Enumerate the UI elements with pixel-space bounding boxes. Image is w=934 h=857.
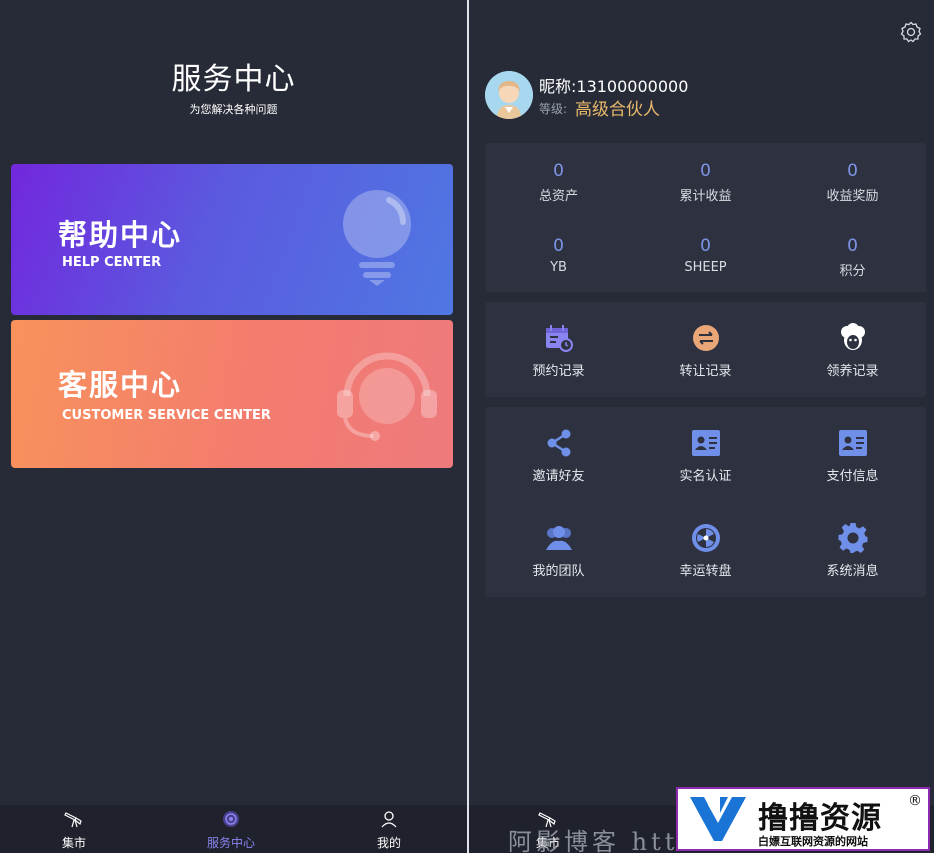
stat-income-reward[interactable]: 0 收益奖励 xyxy=(779,161,926,204)
level-label: 等级: xyxy=(539,102,568,116)
stat-sheep[interactable]: 0 SHEEP xyxy=(632,236,779,275)
item-label: 邀请好友 xyxy=(532,469,585,484)
stat-label: YB xyxy=(550,260,567,275)
tab-label-service-center: 服务中心 xyxy=(206,836,255,850)
stat-yb[interactable]: 0 YB xyxy=(485,236,632,275)
reservation-records-button[interactable]: 预约记录 xyxy=(485,322,632,379)
help-center-subtitle: HELP CENTER xyxy=(62,255,162,270)
customer-service-card[interactable]: 客服中心 CUSTOMER SERVICE CENTER xyxy=(11,320,453,468)
stat-label: 累计收益 xyxy=(679,189,732,204)
stat-value: 0 xyxy=(700,236,711,256)
stat-points[interactable]: 0 积分 xyxy=(779,236,926,279)
gear-icon xyxy=(838,523,867,553)
customer-service-subtitle: CUSTOMER SERVICE CENTER xyxy=(62,408,271,423)
adoption-records-button[interactable]: 领养记录 xyxy=(779,322,926,379)
brand-logo-box: 撸撸资源 ® 白嫖互联网资源的网站 xyxy=(676,787,930,851)
transfer-records-button[interactable]: 转让记录 xyxy=(632,322,779,379)
brand-logo-icon xyxy=(690,797,746,841)
tab-mine[interactable]: 我的 xyxy=(334,805,444,853)
avatar[interactable] xyxy=(485,71,533,119)
tools-panel: 邀请好友 实名认证 支付信息 我的团队 幸运转盘 系统消息 xyxy=(485,407,926,597)
system-messages-button[interactable]: 系统消息 xyxy=(779,522,926,579)
tab-label-mine: 我的 xyxy=(376,836,401,850)
item-label: 系统消息 xyxy=(826,564,879,579)
headset-agent-icon xyxy=(337,352,437,441)
stat-label: SHEEP xyxy=(684,260,727,275)
calendar-clock-icon xyxy=(545,325,573,352)
stat-label: 积分 xyxy=(839,264,866,279)
stat-value: 0 xyxy=(847,161,858,181)
user-icon xyxy=(381,811,397,828)
level-value: 高级合伙人 xyxy=(575,100,660,120)
item-label: 转让记录 xyxy=(679,364,732,379)
avatar-image xyxy=(485,71,533,119)
page-subtitle: 为您解决各种问题 xyxy=(189,103,278,116)
stat-value: 0 xyxy=(700,161,711,181)
help-center-card[interactable]: 帮助中心 HELP CENTER xyxy=(11,164,453,315)
transfer-icon xyxy=(692,325,719,351)
planet-icon xyxy=(223,811,239,827)
wheel-icon xyxy=(691,524,720,552)
records-panel: 预约记录 转让记录 领养记录 xyxy=(485,302,926,397)
stat-cumulative-income[interactable]: 0 累计收益 xyxy=(632,161,779,204)
brand-slogan: 白嫖互联网资源的网站 xyxy=(758,835,868,848)
page-title: 服务中心 xyxy=(171,62,296,97)
stat-value: 0 xyxy=(553,161,564,181)
telescope-icon xyxy=(64,812,82,828)
lightbulb-icon xyxy=(343,190,411,286)
sheep-icon xyxy=(840,323,865,350)
item-label: 幸运转盘 xyxy=(679,564,732,579)
bottom-tab-bar: 集市 服务中心 我的 xyxy=(0,805,467,853)
customer-service-title: 客服中心 xyxy=(58,368,183,402)
lucky-wheel-button[interactable]: 幸运转盘 xyxy=(632,522,779,579)
share-icon xyxy=(547,429,570,457)
item-label: 实名认证 xyxy=(679,469,732,484)
stat-label: 总资产 xyxy=(538,189,578,204)
invite-friends-button[interactable]: 邀请好友 xyxy=(485,427,632,484)
item-label: 支付信息 xyxy=(826,469,879,484)
asset-stats-panel: 0 总资产 0 累计收益 0 收益奖励 0 YB 0 SHEEP 0 积分 xyxy=(485,143,926,292)
brand-registered-mark: ® xyxy=(908,793,922,809)
real-name-auth-button[interactable]: 实名认证 xyxy=(632,427,779,484)
my-profile-screen: 昵称:13100000000 等级: 高级合伙人 0 总资产 0 累计收益 0 … xyxy=(469,0,934,853)
item-label: 预约记录 xyxy=(532,364,585,379)
nickname: 昵称:13100000000 xyxy=(539,77,689,96)
payment-card-icon xyxy=(838,430,867,456)
brand-name: 撸撸资源 xyxy=(758,801,882,836)
tab-market[interactable]: 集市 xyxy=(19,805,129,853)
stat-total-assets[interactable]: 0 总资产 xyxy=(485,161,632,204)
team-icon xyxy=(545,526,572,550)
stat-label: 收益奖励 xyxy=(826,189,879,204)
watermark-text: 阿影博客 htt xyxy=(508,828,679,856)
item-label: 我的团队 xyxy=(532,564,585,579)
tab-service-center[interactable]: 服务中心 xyxy=(176,805,286,853)
tab-label-market: 集市 xyxy=(61,836,86,850)
settings-gear-icon[interactable] xyxy=(899,20,923,44)
service-center-screen: 服务中心 为您解决各种问题 帮助中心 HELP CENTER 客服中心 CUST… xyxy=(0,0,467,853)
stat-value: 0 xyxy=(847,236,858,256)
my-team-button[interactable]: 我的团队 xyxy=(485,522,632,579)
payment-info-button[interactable]: 支付信息 xyxy=(779,427,926,484)
id-card-icon xyxy=(691,430,720,456)
stat-value: 0 xyxy=(553,236,564,256)
help-center-title: 帮助中心 xyxy=(58,218,183,252)
item-label: 领养记录 xyxy=(826,364,879,379)
